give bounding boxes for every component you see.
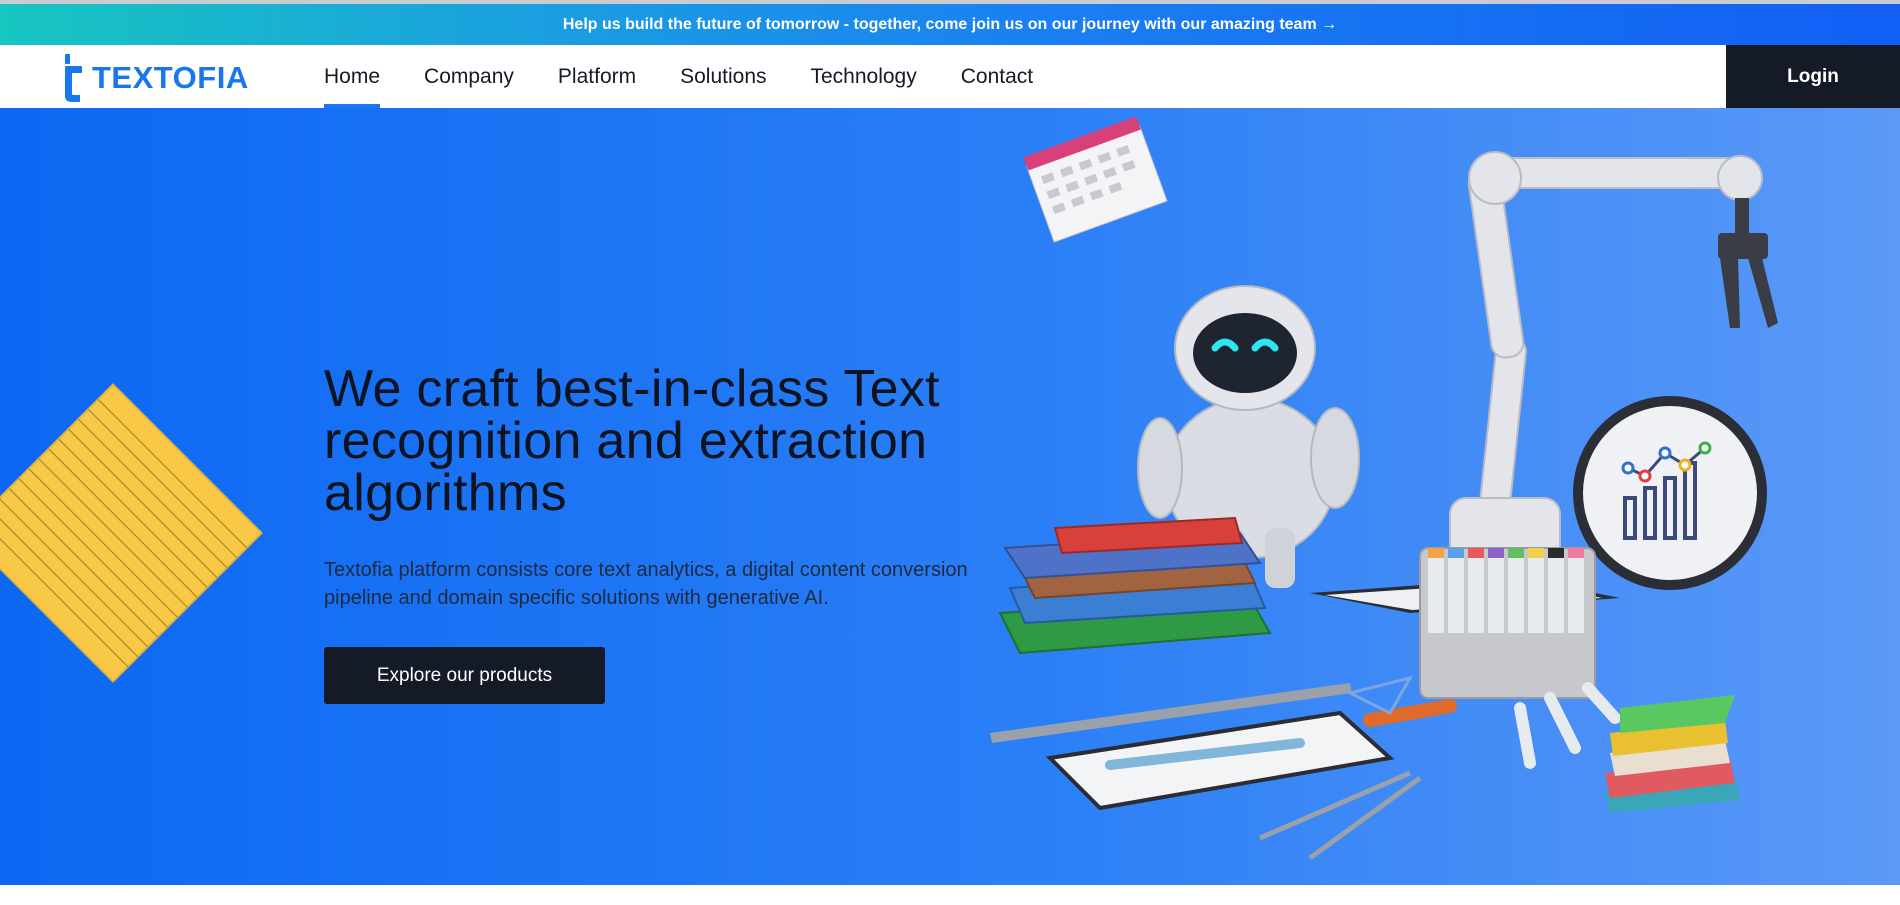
marker-holder <box>1419 547 1596 699</box>
login-button[interactable]: Login <box>1726 45 1900 108</box>
nav-item-company[interactable]: Company <box>424 45 514 108</box>
nav-item-solutions[interactable]: Solutions <box>680 45 766 108</box>
chart-badge <box>1573 396 1767 590</box>
robot-illustration <box>990 116 1778 861</box>
hero-subtext: Textofia platform consists core text ana… <box>324 559 968 609</box>
nav-item-home[interactable]: Home <box>324 45 381 108</box>
explore-products-button[interactable]: Explore our products <box>324 647 605 704</box>
site-header: TEXTOFIA Home Company Platform Solutions… <box>0 45 1900 108</box>
nav-item-technology[interactable]: Technology <box>811 45 917 108</box>
main-nav: Home Company Platform Solutions Technolo… <box>324 45 1077 108</box>
nav-item-platform[interactable]: Platform <box>558 45 636 108</box>
sticky-note-stack <box>1605 695 1740 813</box>
hero-section: We craft best-in-class Text recognition … <box>0 108 1900 885</box>
nav-item-contact[interactable]: Contact <box>961 45 1033 108</box>
book-stack <box>998 516 1272 655</box>
announcement-banner[interactable]: Help us build the future of tomorrow - t… <box>0 4 1900 45</box>
notepad-decoration <box>0 383 263 683</box>
announcement-text[interactable]: Help us build the future of tomorrow - t… <box>563 16 1337 34</box>
calendar-illustration <box>1023 116 1168 243</box>
logo[interactable]: TEXTOFIA <box>62 50 252 106</box>
logo-text: TEXTOFIA <box>92 60 249 95</box>
textofia-logo-icon <box>65 54 82 102</box>
hero-headline: We craft best-in-class Text recognition … <box>324 360 940 522</box>
